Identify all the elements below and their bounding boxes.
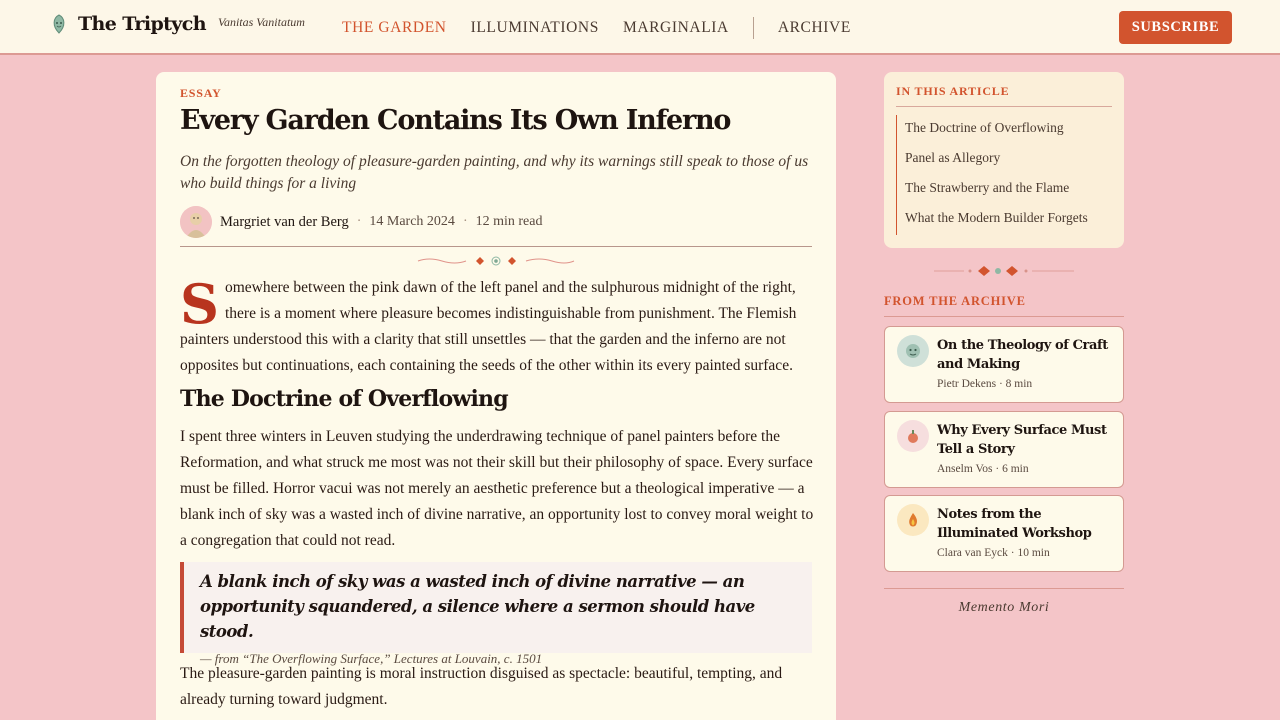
pull-quote-text: A blank inch of sky was a wasted inch of…: [200, 572, 755, 641]
pull-quote: A blank inch of sky was a wasted inch of…: [180, 562, 812, 666]
sidebar-divider: [884, 588, 1124, 589]
ornament-divider-icon: [934, 266, 1074, 276]
subscribe-button[interactable]: SUBSCRIBE: [1119, 11, 1232, 44]
article-card: ESSAY Every Garden Contains Its Own Infe…: [156, 72, 836, 720]
divider-rule: [180, 246, 812, 247]
toc-list: The Doctrine of Overflowing Panel as All…: [896, 115, 1112, 235]
flame-icon: [897, 504, 929, 536]
archive-card[interactable]: Notes from the Illuminated Workshop Clar…: [884, 495, 1124, 572]
toc-divider: [896, 106, 1112, 107]
ornament-divider-icon: [417, 256, 575, 266]
fruit-icon: [897, 420, 929, 452]
article-paragraph: The pleasure-garden painting is moral in…: [180, 665, 783, 708]
toc-heading: IN THIS ARTICLE: [896, 84, 1010, 98]
article-dek: On the forgotten theology of pleasure-ga…: [180, 153, 809, 192]
section-heading: The Doctrine of Overflowing: [180, 386, 509, 412]
leaf-logo-icon: [50, 14, 68, 34]
byline-separator: ·: [356, 214, 362, 229]
archive-card-title: On the Theology of Craft and Making: [937, 338, 1108, 372]
drop-cap: S: [180, 272, 219, 336]
byline: Margriet van der Berg · 14 March 2024 · …: [180, 206, 542, 238]
archive-card-title: Notes from the Illuminated Workshop: [937, 507, 1092, 541]
main-nav: THE GARDEN ILLUMINATIONS MARGINALIA ARCH…: [342, 17, 851, 39]
author-name[interactable]: Margriet van der Berg: [220, 214, 349, 231]
archive-card[interactable]: Why Every Surface Must Tell a Story Anse…: [884, 411, 1124, 488]
article-title: Every Garden Contains Its Own Inferno: [180, 105, 731, 136]
table-of-contents: IN THIS ARTICLE The Doctrine of Overflow…: [884, 72, 1124, 248]
top-navigation-bar: The Triptych Vanitas Vanitatum THE GARDE…: [0, 0, 1280, 55]
archive-card-meta: Clara van Eyck · 10 min: [937, 547, 1050, 559]
nav-divider: [752, 17, 754, 39]
archive-card-meta: Pietr Dekens · 8 min: [937, 378, 1033, 390]
face-icon: [897, 335, 929, 367]
article-paragraph: Somewhere between the pink dawn of the l…: [180, 272, 797, 374]
nav-item-illuminations[interactable]: ILLUMINATIONS: [471, 19, 599, 37]
article-kicker: ESSAY: [180, 86, 222, 100]
toc-item-strawberry-and-flame[interactable]: The Strawberry and the Flame: [905, 175, 1112, 205]
brand-title: The Triptych: [78, 13, 207, 35]
brand-tagline: Vanitas Vanitatum: [217, 14, 305, 29]
read-time: 12 min read: [475, 214, 543, 229]
toc-item-modern-builder[interactable]: What the Modern Builder Forgets: [905, 205, 1112, 235]
nav-item-the-garden[interactable]: THE GARDEN: [342, 19, 447, 37]
publish-date: 14 March 2024: [369, 214, 455, 229]
archive-heading: FROM THE ARCHIVE: [884, 294, 1026, 308]
nav-item-marginalia[interactable]: MARGINALIA: [623, 19, 729, 37]
article-paragraph: I spent three winters in Leuven studying…: [180, 428, 814, 549]
brand[interactable]: The Triptych Vanitas Vanitatum: [50, 13, 305, 35]
sidebar-motto: Memento Mori: [958, 600, 1050, 615]
toc-item-panel-as-allegory[interactable]: Panel as Allegory: [905, 145, 1112, 175]
archive-divider: [884, 316, 1124, 317]
archive-card[interactable]: On the Theology of Craft and Making Piet…: [884, 326, 1124, 403]
byline-separator: ·: [462, 214, 468, 229]
archive-card-meta: Anselm Vos · 6 min: [937, 463, 1029, 475]
author-avatar[interactable]: [180, 206, 212, 238]
nav-item-archive[interactable]: ARCHIVE: [778, 19, 851, 37]
toc-item-doctrine-of-overflowing[interactable]: The Doctrine of Overflowing: [905, 115, 1112, 145]
archive-card-title: Why Every Surface Must Tell a Story: [937, 423, 1107, 457]
